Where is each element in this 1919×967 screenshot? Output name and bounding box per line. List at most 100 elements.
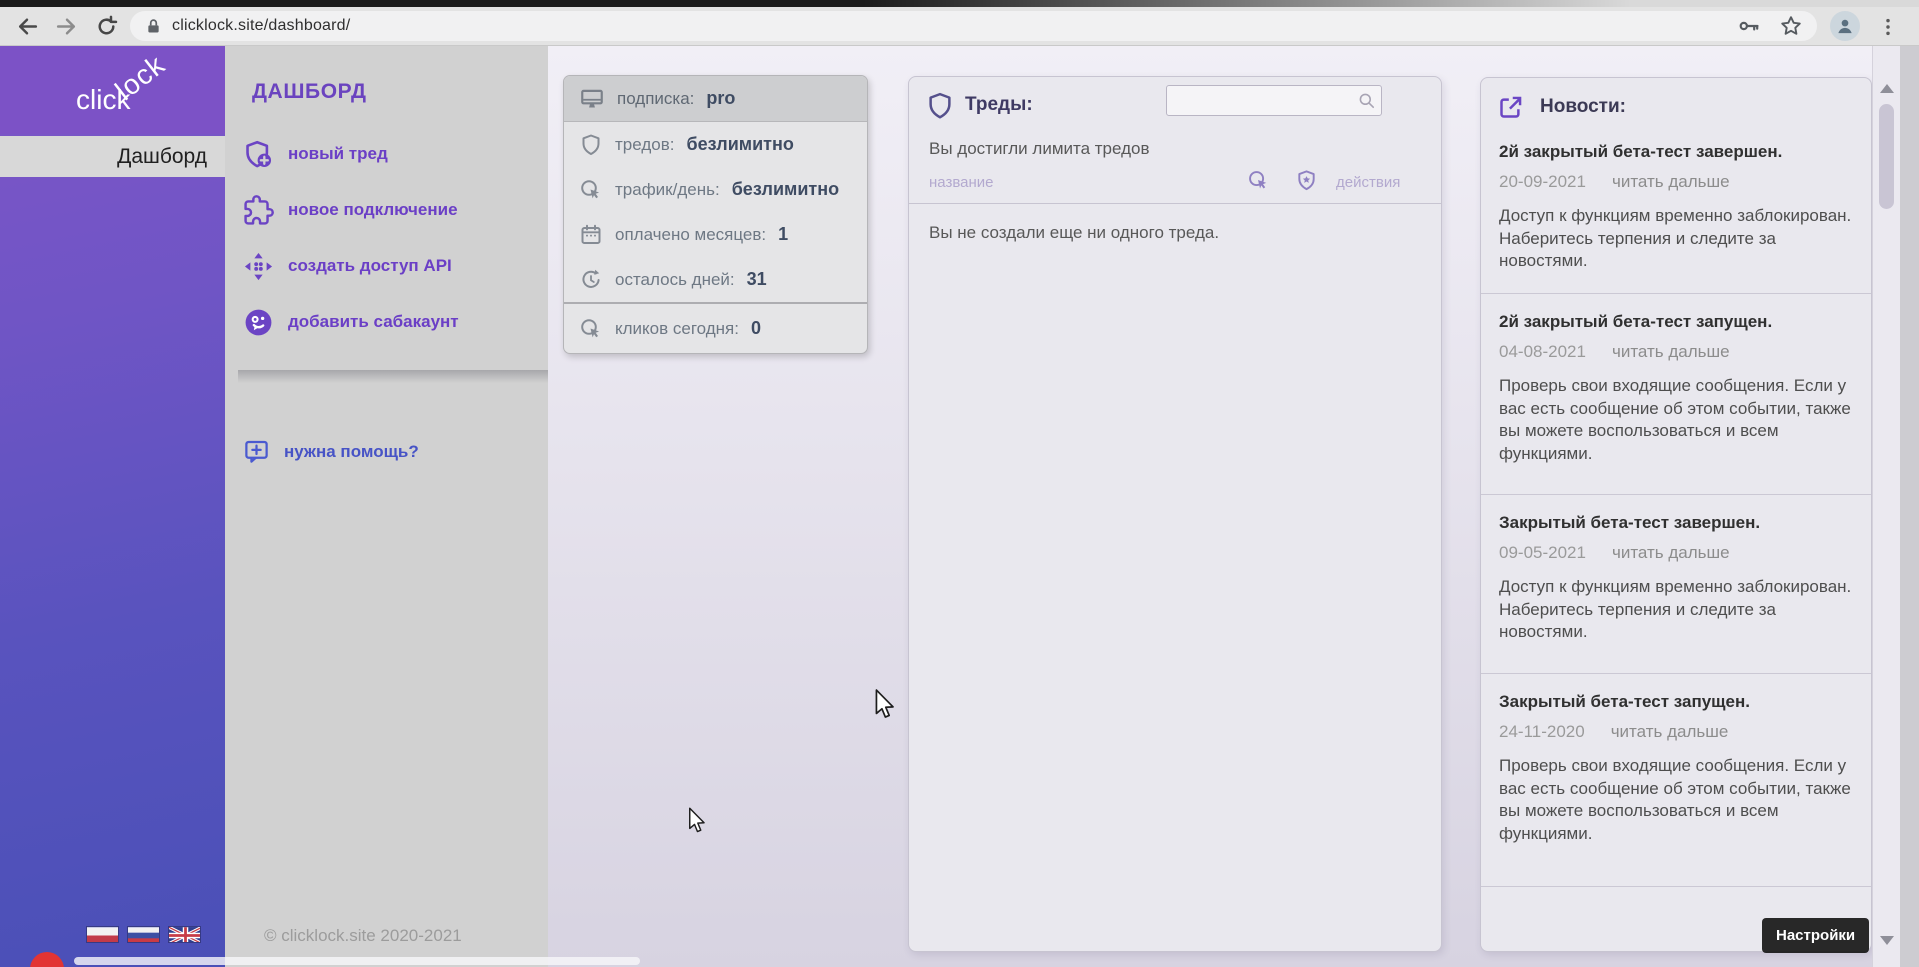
language-switcher: [86, 926, 203, 943]
shield-star-icon: [1295, 169, 1318, 192]
news-item-date: 04-08-2021: [1499, 342, 1586, 362]
news-item: Закрытый бета-тест завершен. 09-05-2021 …: [1481, 494, 1871, 673]
row-label: оплачено месяцев:: [615, 225, 766, 245]
new-connection-button[interactable]: новое подключение: [243, 193, 458, 227]
monitor-icon: [579, 86, 605, 112]
back-icon: [15, 14, 40, 39]
page-scrollbar[interactable]: [1872, 46, 1900, 967]
new-thread-button[interactable]: новый тред: [243, 137, 388, 171]
add-subaccount-label: добавить сабакаунт: [288, 312, 459, 332]
read-more-link[interactable]: читать дальше: [1612, 342, 1730, 362]
card-shadow: [238, 370, 548, 383]
threads-title: Треды:: [965, 94, 1033, 116]
need-help-label: нужна помощь?: [284, 442, 419, 462]
row-label: трафик/день:: [615, 180, 720, 200]
read-more-link[interactable]: читать дальше: [1612, 543, 1730, 563]
row-value: 31: [747, 269, 767, 290]
need-help-link[interactable]: нужна помощь?: [243, 438, 419, 465]
back-button[interactable]: [14, 13, 41, 40]
news-item-title: 2й закрытый бета-тест запущен.: [1499, 312, 1853, 332]
refresh-button[interactable]: [93, 13, 120, 40]
subscription-row-days-left: осталось дней: 31: [564, 257, 867, 302]
subscription-row-traffic: трафик/день: безлимитно: [564, 167, 867, 212]
shield-icon: [579, 133, 603, 157]
shield-icon: [925, 91, 955, 121]
news-item-meta: 20-09-2021 читать дальше: [1499, 172, 1853, 192]
news-item-title: 2й закрытый бета-тест завершен.: [1499, 142, 1853, 162]
flag-poland: [87, 927, 119, 943]
empty-threads-message: Вы не создали еще ни одного треда.: [929, 223, 1219, 243]
person-icon: [1835, 16, 1855, 36]
flag-russia-icon[interactable]: [127, 926, 160, 943]
shield-plus-icon: [243, 139, 274, 170]
sidebar-item-dashboard[interactable]: Дашборд: [0, 136, 225, 177]
divider: [909, 203, 1441, 204]
news-panel: Новости: 2й закрытый бета-тест завершен.…: [1480, 77, 1872, 952]
create-api-access-button[interactable]: создать доступ API: [243, 249, 452, 283]
news-item-body: Проверь свои входящие сообщения. Если у …: [1499, 755, 1853, 845]
external-link-icon: [1497, 94, 1524, 121]
logo-text: clicklock: [76, 84, 184, 116]
chat-plus-icon: [243, 438, 270, 465]
subscription-row-threads: тредов: безлимитно: [564, 122, 867, 167]
news-item: Закрытый бета-тест запущен. 24-11-2020 ч…: [1481, 673, 1871, 886]
click-cursor-icon: [579, 317, 603, 341]
read-more-link[interactable]: читать дальше: [1612, 172, 1730, 192]
scrollbar-thumb[interactable]: [1879, 104, 1894, 209]
subaccount-smiley-icon: [243, 307, 274, 338]
add-subaccount-button[interactable]: добавить сабакаунт: [243, 305, 459, 339]
subscription-header: подписка: pro: [564, 76, 867, 122]
news-item-meta: 09-05-2021 читать дальше: [1499, 543, 1853, 563]
threads-panel: Треды: Вы достигли лимита тредов названи…: [908, 76, 1442, 952]
browser-menu-button[interactable]: [1874, 13, 1901, 40]
news-item-body: Доступ к функциям временно заблокирован.…: [1499, 576, 1853, 644]
video-progress-bar[interactable]: [74, 957, 640, 965]
new-connection-label: новое подключение: [288, 200, 458, 220]
scroll-down-arrow[interactable]: [1880, 936, 1894, 945]
scroll-up-arrow[interactable]: [1880, 84, 1894, 93]
right-edge-band: [1900, 46, 1919, 967]
flag-uk-icon[interactable]: [168, 926, 201, 943]
address-bar[interactable]: clicklock.site/dashboard/: [130, 11, 1817, 41]
news-title: Новости:: [1540, 96, 1626, 118]
move-arrows-icon: [243, 251, 274, 282]
row-label: кликов сегодня:: [615, 319, 739, 339]
read-more-link[interactable]: читать дальше: [1611, 722, 1729, 742]
column-header-actions: действия: [1336, 174, 1400, 191]
news-item-title: Закрытый бета-тест завершен.: [1499, 513, 1853, 533]
profile-avatar[interactable]: [1830, 11, 1860, 41]
subscription-label: подписка:: [617, 89, 694, 109]
row-value: безлимитно: [686, 134, 793, 155]
news-item-title: Закрытый бета-тест запущен.: [1499, 692, 1853, 712]
clock-icon: [579, 268, 603, 292]
row-label: тредов:: [615, 135, 674, 155]
url-text: clicklock.site/dashboard/: [172, 17, 350, 35]
news-item-meta: 24-11-2020 читать дальше: [1499, 722, 1853, 742]
settings-tooltip: Настройки: [1762, 918, 1869, 953]
star-icon[interactable]: [1779, 14, 1803, 38]
kebab-menu-icon: [1877, 16, 1899, 38]
forward-icon: [54, 14, 79, 39]
news-item-date: 20-09-2021: [1499, 172, 1586, 192]
news-item-date: 24-11-2020: [1499, 722, 1585, 742]
copyright-text: © clicklock.site 2020-2021: [264, 926, 462, 946]
row-value: безлимитно: [732, 179, 839, 200]
actions-column-background: [225, 46, 548, 967]
news-header: Новости:: [1481, 78, 1871, 124]
new-thread-label: новый тред: [288, 144, 388, 164]
flag-poland-icon[interactable]: [86, 926, 119, 943]
screen: clicklock.site/dashboard/ clicklock Дашб…: [0, 0, 1919, 967]
logo[interactable]: clicklock: [0, 46, 225, 134]
refresh-icon: [94, 14, 119, 39]
flag-russia: [128, 927, 160, 943]
key-icon[interactable]: [1737, 14, 1761, 38]
mouse-cursor: [687, 807, 709, 837]
browser-toolbar: clicklock.site/dashboard/: [0, 7, 1919, 46]
news-item-date: 09-05-2021: [1499, 543, 1586, 563]
news-item: 2й закрытый бета-тест завершен. 20-09-20…: [1481, 124, 1871, 293]
forward-button[interactable]: [53, 13, 80, 40]
clicks-column-icon: [1247, 169, 1270, 192]
subscription-card: подписка: pro тредов: безлимитно трафик/…: [563, 75, 868, 354]
click-cursor-icon: [579, 178, 603, 202]
threads-search-input[interactable]: [1166, 85, 1382, 116]
